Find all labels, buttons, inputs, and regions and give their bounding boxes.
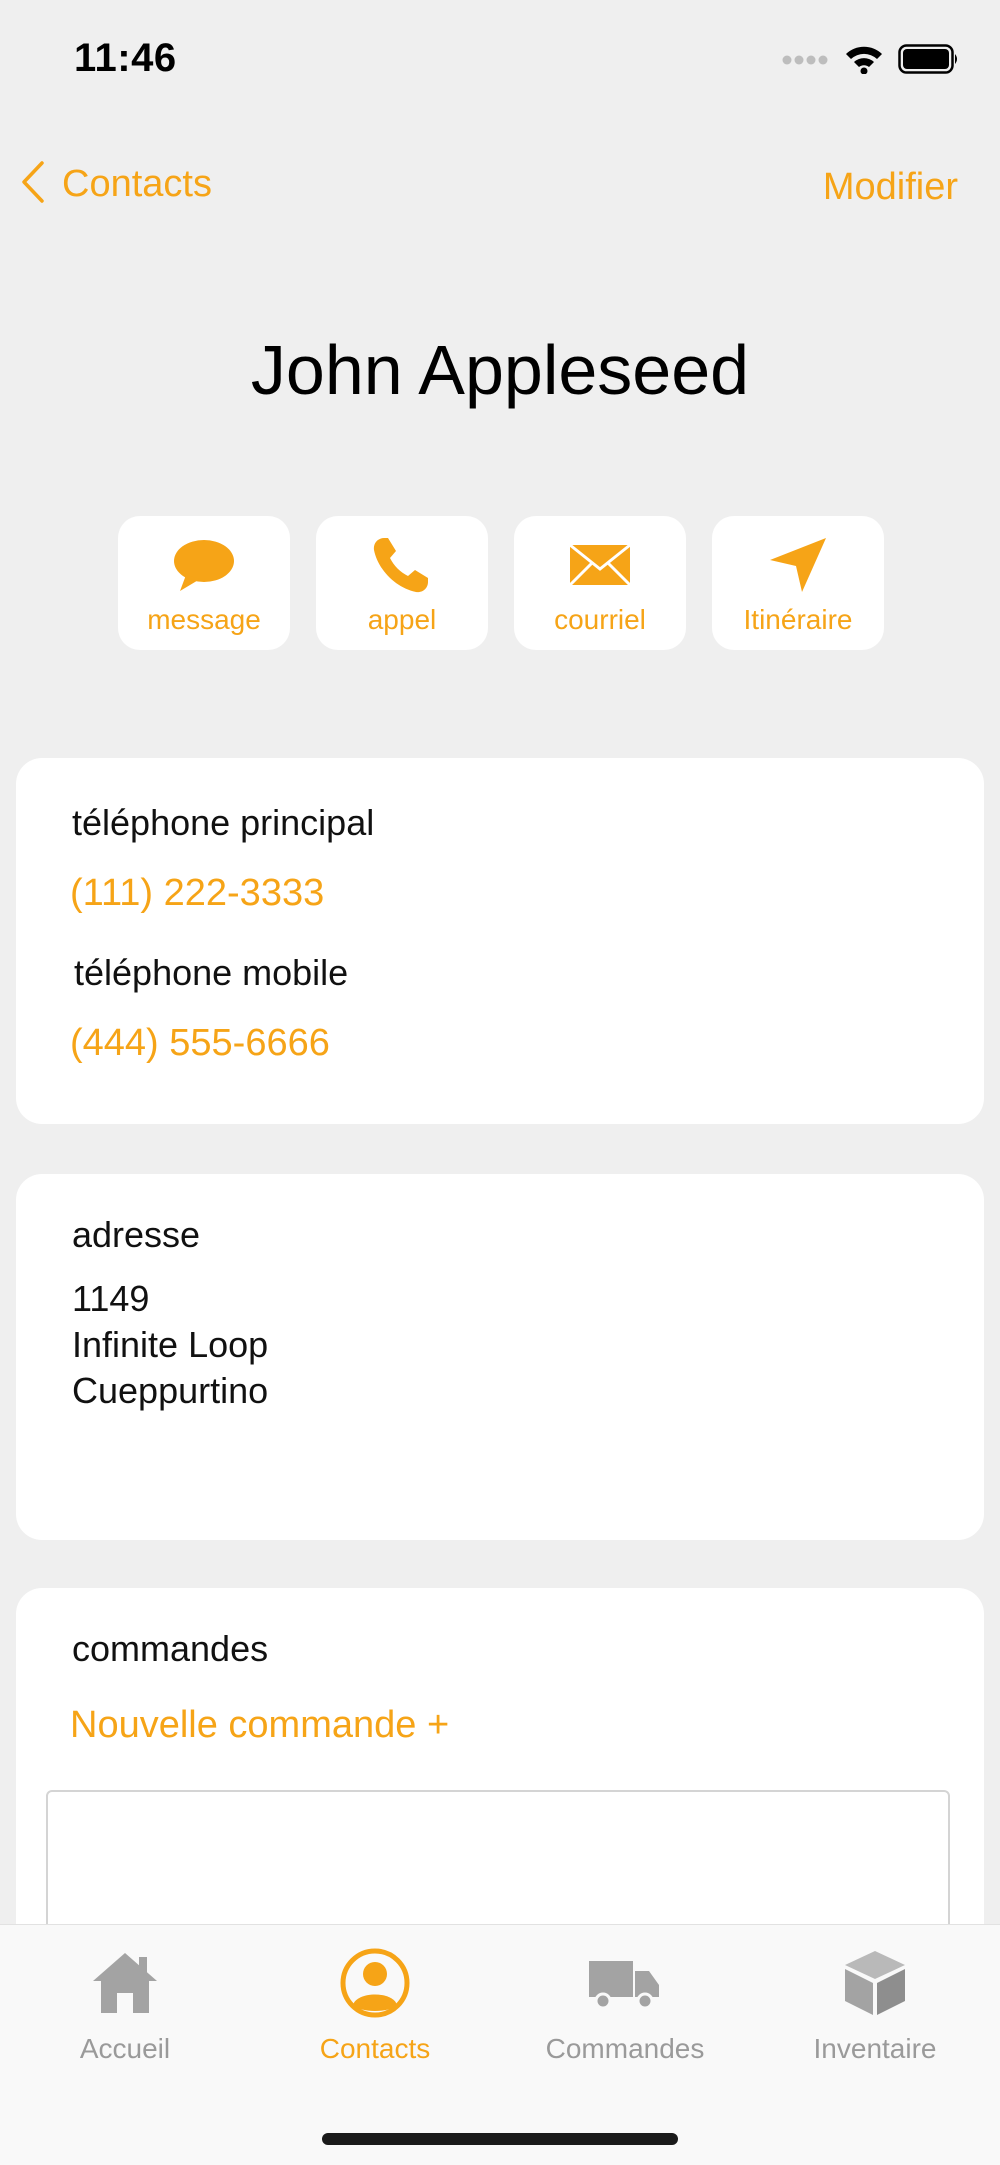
phones-card: téléphone principal (111) 222-3333 télép…	[16, 758, 984, 1124]
main-phone-label: téléphone principal	[72, 802, 375, 843]
message-button[interactable]: message	[118, 516, 290, 650]
message-label: message	[147, 604, 261, 635]
address-line: Infinite Loop	[72, 1324, 269, 1365]
tab-label: Contacts	[319, 2033, 431, 2064]
new-order-button[interactable]: Nouvelle commande +	[70, 1704, 449, 1747]
orders-label: commandes	[72, 1628, 269, 1669]
edit-button[interactable]: Modifier	[823, 166, 958, 209]
address-card: adresse 1149 Infinite Loop Cueppurtino	[16, 1174, 984, 1540]
tab-contacts[interactable]: Contacts	[250, 1945, 500, 2065]
main-phone-link[interactable]: (111) 222-3333	[70, 872, 324, 915]
wifi-icon	[844, 44, 884, 79]
address-value: 1149 Infinite Loop Cueppurtino	[72, 1276, 268, 1414]
contact-name: John Appleseed	[250, 331, 750, 409]
back-button-label: Contacts	[62, 163, 212, 205]
email-button[interactable]: courriel	[514, 516, 686, 650]
navigation-bar: Contacts Modifier	[0, 140, 1000, 230]
phone-icon	[370, 530, 434, 600]
location-arrow-icon	[766, 530, 830, 600]
tab-label: Inventaire	[813, 2033, 937, 2064]
signal-dots-icon	[782, 53, 830, 71]
tab-label: Commandes	[545, 2033, 705, 2064]
battery-icon	[898, 44, 960, 79]
envelope-icon	[568, 530, 632, 600]
mobile-phone-link[interactable]: (444) 555-6666	[70, 1022, 330, 1065]
mobile-phone-label: téléphone mobile	[74, 952, 349, 993]
quick-actions: message appel courriel Itinéraire	[118, 516, 884, 650]
person-circle-icon	[339, 1945, 411, 2021]
back-button[interactable]: Contacts	[20, 160, 212, 209]
status-icons	[782, 44, 960, 79]
house-icon	[89, 1945, 161, 2021]
message-bubble-icon	[172, 530, 236, 600]
chevron-left-icon	[20, 160, 46, 209]
tab-inventaire[interactable]: Inventaire	[750, 1945, 1000, 2065]
tab-bar: Accueil Contacts Commandes Inventaire	[0, 1924, 1000, 2165]
tab-accueil[interactable]: Accueil	[0, 1945, 250, 2065]
home-indicator[interactable]	[322, 2133, 678, 2145]
tab-commandes[interactable]: Commandes	[500, 1945, 750, 2065]
email-label: courriel	[554, 604, 646, 635]
call-label: appel	[367, 604, 437, 635]
tab-label: Accueil	[79, 2033, 171, 2064]
directions-button[interactable]: Itinéraire	[712, 516, 884, 650]
status-bar: 11:46	[0, 0, 1000, 120]
address-line: 1149	[72, 1278, 150, 1319]
directions-label: Itinéraire	[743, 604, 853, 635]
address-line: Cueppurtino	[72, 1370, 269, 1411]
truck-icon	[587, 1945, 663, 2021]
status-time: 11:46	[74, 36, 177, 80]
call-button[interactable]: appel	[316, 516, 488, 650]
package-icon	[839, 1945, 911, 2021]
address-label: adresse	[72, 1214, 201, 1255]
